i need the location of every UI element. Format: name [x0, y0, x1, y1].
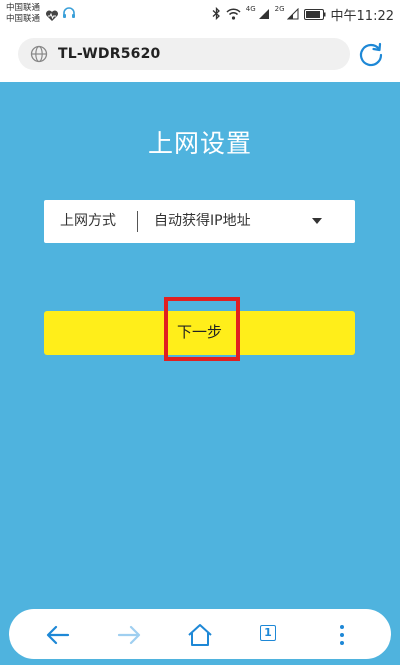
carrier-1: 中国联通 — [6, 3, 41, 13]
connection-type-label: 上网方式 — [60, 213, 116, 229]
browser-toolbar: 1 — [9, 609, 391, 659]
page-title: 上网设置 — [147, 129, 252, 158]
carrier-info: 中国联通 中国联通 — [6, 3, 40, 25]
network-4g-label: 4G — [245, 5, 256, 13]
url-field[interactable]: TL-WDR5620 — [18, 38, 350, 70]
connection-type-select[interactable]: 上网方式 自动获得IP地址 — [44, 200, 355, 243]
carrier-2: 中国联通 — [6, 14, 41, 24]
status-bar: 中国联通 中国联通 4G 2G 中午11:22 — [0, 0, 400, 28]
globe-icon — [30, 45, 48, 67]
signal-icon — [258, 5, 270, 24]
browser-address-bar: TL-WDR5620 — [0, 28, 400, 82]
forward-arrow-icon[interactable] — [115, 621, 143, 649]
signal-icon — [286, 5, 299, 24]
tabs-icon[interactable]: 1 — [257, 621, 285, 649]
more-menu-icon[interactable] — [328, 621, 356, 649]
bluetooth-icon — [212, 5, 221, 24]
status-icons: 4G 2G 中午11:22 — [212, 5, 394, 24]
home-icon[interactable] — [186, 621, 214, 649]
reload-icon[interactable] — [357, 40, 385, 72]
url-text: TL-WDR5620 — [58, 46, 161, 62]
browser-bottom-bar: 1 — [0, 603, 400, 665]
wifi-icon — [226, 5, 241, 24]
battery-icon — [303, 5, 326, 24]
clock-time: 中午11:22 — [330, 8, 394, 24]
headset-icon — [62, 5, 76, 24]
tab-count: 1 — [260, 625, 276, 641]
heart-icon — [45, 7, 59, 26]
router-setup-page: 上网设置 上网方式 自动获得IP地址 下一步 — [0, 82, 400, 603]
network-2g-label: 2G — [274, 5, 285, 13]
highlight-annotation-box — [164, 297, 240, 361]
back-arrow-icon[interactable] — [44, 621, 72, 649]
dropdown-caret-icon — [312, 218, 322, 224]
connection-type-value: 自动获得IP地址 — [154, 213, 251, 229]
phone-screen: 中国联通 中国联通 4G 2G 中午11:22 TL-WDR5620 上网设置 … — [0, 0, 400, 665]
divider — [137, 211, 138, 232]
